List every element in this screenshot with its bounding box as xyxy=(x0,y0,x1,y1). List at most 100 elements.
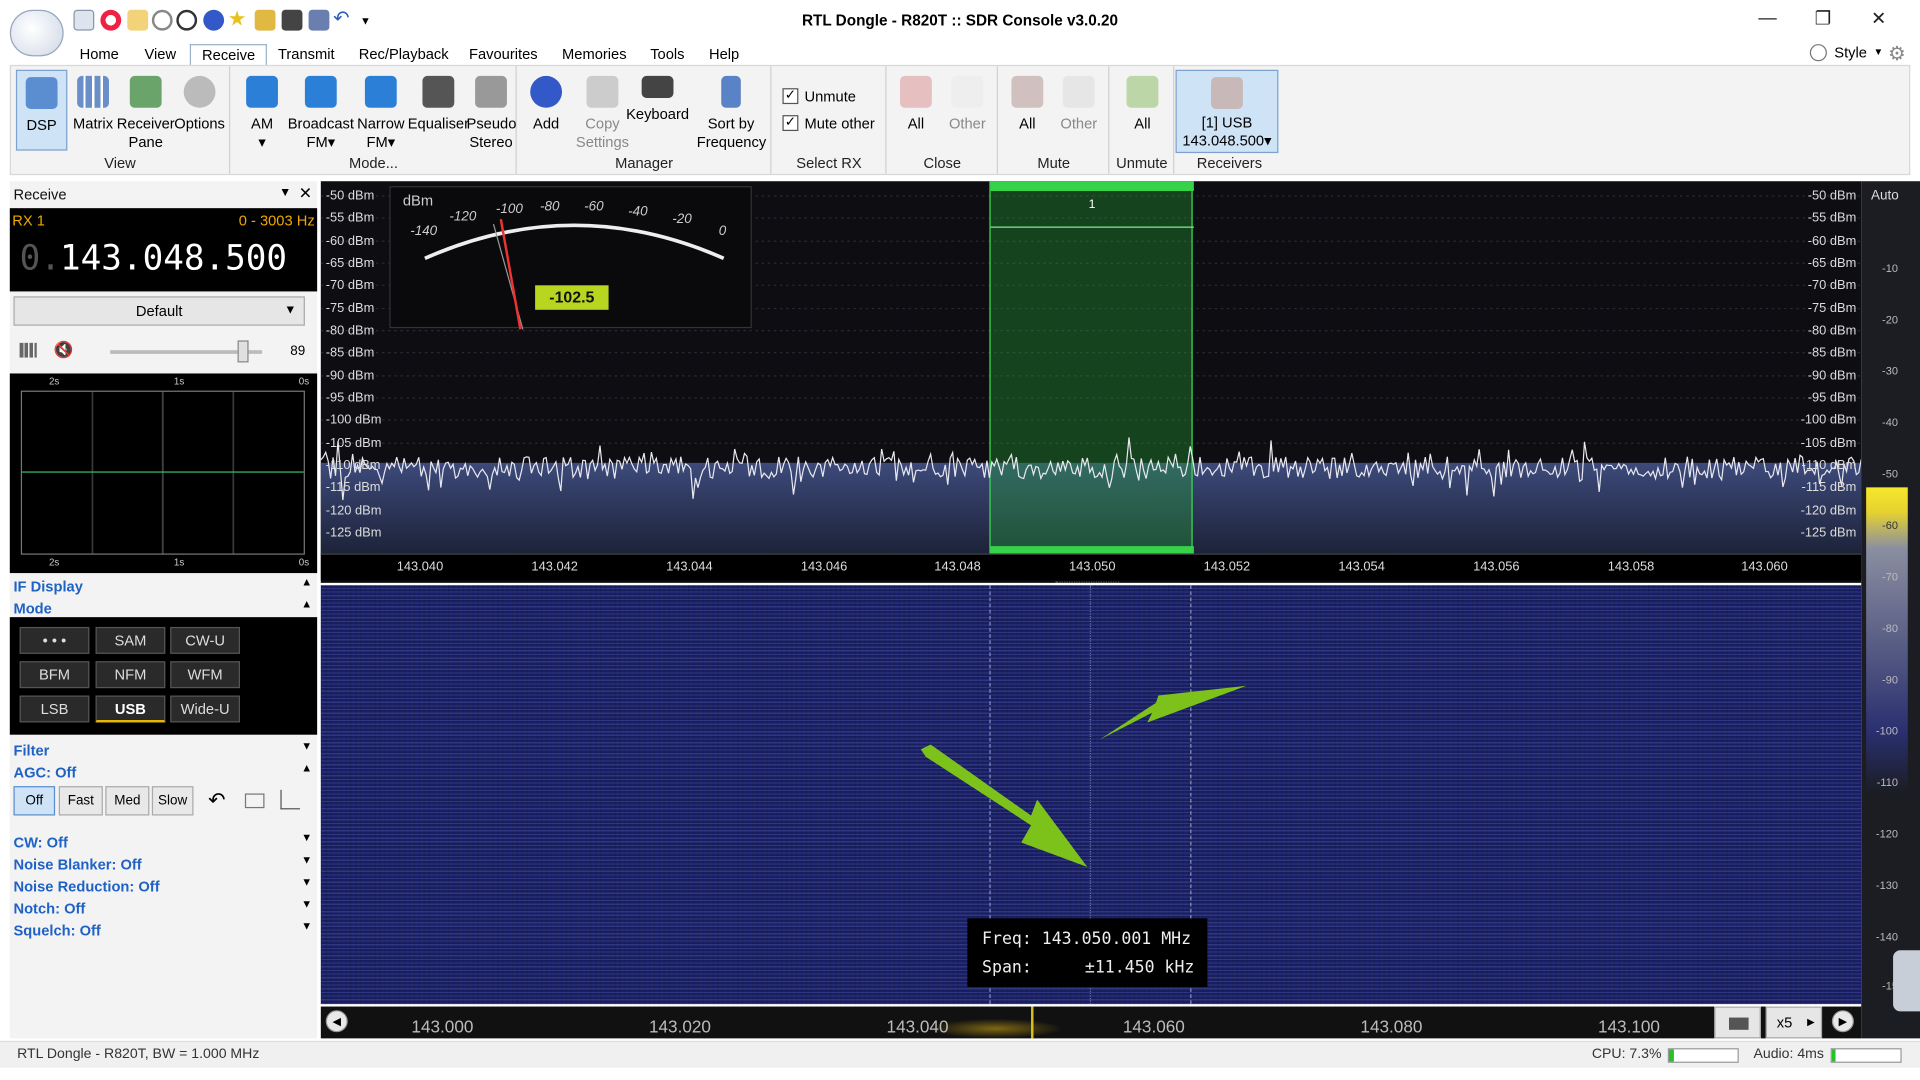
unmute-label: Unmute xyxy=(804,88,856,106)
waterfall-display[interactable]: Freq: 143.050.001 MHz Span: ±11.450 kHz xyxy=(320,585,1862,1005)
minimize-icon[interactable]: — xyxy=(1758,7,1776,28)
chevron-down-icon[interactable]: ▼ xyxy=(301,853,312,865)
pseudo-stereo-button[interactable]: Pseudo Stereo xyxy=(467,75,516,152)
signal-meter: dBm -140 -120 -100 -80 -60 -40 -20 0 -10… xyxy=(389,186,752,330)
style-menu[interactable]: Style xyxy=(1834,44,1867,61)
add-label: Add xyxy=(533,115,560,133)
receiver-pane-icon xyxy=(129,75,162,108)
chevron-up-icon[interactable]: ▲ xyxy=(301,576,312,588)
agc-table-icon[interactable] xyxy=(244,793,265,809)
scroll-right-icon[interactable]: ▶ xyxy=(1831,1010,1854,1033)
panel-close-icon[interactable]: ✕ xyxy=(299,184,312,204)
auto-button[interactable]: Auto xyxy=(1871,189,1899,204)
zoom-button[interactable]: x5 ▶ xyxy=(1765,1006,1823,1039)
mode-wide-u-button[interactable]: Wide-U xyxy=(170,695,241,723)
if-display-section[interactable]: IF Display xyxy=(13,578,82,595)
maximize-icon[interactable]: ❐ xyxy=(1815,7,1831,30)
mode-more-button[interactable]: • • • xyxy=(19,626,90,654)
close-all-button[interactable]: All xyxy=(893,75,940,134)
mode-bfm-button[interactable]: BFM xyxy=(19,661,90,689)
pane-label: Pane xyxy=(128,133,163,151)
receiver-pane-button[interactable]: Receiver Pane xyxy=(116,75,175,152)
copy-settings-button[interactable]: Copy Settings xyxy=(572,75,633,152)
style-dropdown-icon[interactable]: ▼ xyxy=(1873,47,1883,58)
noise-reduction-section[interactable]: Noise Reduction: Off xyxy=(13,878,159,895)
tab-favourites[interactable]: Favourites xyxy=(458,44,549,66)
receiver-selector[interactable]: [1] USB 143.048.500▾ xyxy=(1175,69,1279,154)
scroll-left-icon[interactable]: ◀ xyxy=(325,1010,348,1033)
noise-blanker-section[interactable]: Noise Blanker: Off xyxy=(13,856,141,873)
style-icon[interactable] xyxy=(1809,44,1827,62)
band-scale[interactable]: ◀ 143.000 143.020 143.040 143.060 143.08… xyxy=(320,1006,1862,1039)
filter-section[interactable]: Filter xyxy=(13,742,49,759)
mode-section[interactable]: Mode xyxy=(13,600,51,617)
mode-sam-button[interactable]: SAM xyxy=(95,626,166,654)
undo-icon[interactable]: ↶ xyxy=(208,789,225,813)
chevron-down-icon[interactable]: ▼ xyxy=(301,898,312,910)
mute-other-button[interactable]: Other xyxy=(1053,75,1104,134)
tab-rec-playback[interactable]: Rec/Playback xyxy=(348,44,460,66)
group-mute-label: Mute xyxy=(1037,154,1071,172)
chevron-up-icon[interactable]: ▲ xyxy=(301,598,312,610)
dsp-button[interactable]: DSP xyxy=(15,69,68,151)
mode-cw-u-button[interactable]: CW-U xyxy=(170,626,241,654)
vfo-frequency[interactable]: 143.048.500 xyxy=(60,238,287,278)
mute-other-checkbox[interactable]: ✓ xyxy=(782,115,799,132)
unmute-all-button[interactable]: All xyxy=(1116,75,1170,134)
music-note-icon xyxy=(364,75,397,108)
music-note-icon xyxy=(475,75,507,108)
tab-transmit[interactable]: Transmit xyxy=(267,44,346,66)
tab-memories[interactable]: Memories xyxy=(551,44,638,66)
equaliser-button[interactable]: Equaliser xyxy=(405,75,471,134)
sort-by-frequency-button[interactable]: Sort by Frequency xyxy=(697,75,766,152)
preset-select[interactable]: Default ▼ xyxy=(13,296,305,326)
tab-receive[interactable]: Receive xyxy=(189,44,268,67)
tab-view[interactable]: View xyxy=(133,44,187,66)
agc-fast-button[interactable]: Fast xyxy=(58,786,103,816)
receiver-line1: [1] USB xyxy=(1201,113,1253,132)
close-other-button[interactable]: Other xyxy=(942,75,993,134)
meter-icon[interactable] xyxy=(19,342,37,358)
close-icon xyxy=(951,75,984,108)
agc-slow-button[interactable]: Slow xyxy=(151,786,194,816)
matrix-button[interactable]: Matrix xyxy=(67,75,118,134)
volume-thumb[interactable] xyxy=(237,340,249,363)
splitter-handle[interactable] xyxy=(1055,581,1120,584)
mode-lsb-button[interactable]: LSB xyxy=(19,695,90,723)
tab-help[interactable]: Help xyxy=(698,44,750,66)
mode-wfm-button[interactable]: WFM xyxy=(170,661,241,689)
agc-section[interactable]: AGC: Off xyxy=(13,764,76,781)
narrow-fm-button[interactable]: Narrow FM▾ xyxy=(351,75,410,152)
spectrum-display[interactable]: 1 -50 dBm -55 dBm -60 dBm -65 dBm -70 dB… xyxy=(320,181,1862,583)
keyboard-button[interactable]: Keyboard xyxy=(626,75,690,124)
mute-all-button[interactable]: All xyxy=(1004,75,1051,134)
squelch-section[interactable]: Squelch: Off xyxy=(13,922,100,939)
panel-menu-icon[interactable]: ▼ xyxy=(279,186,291,199)
chevron-down-icon[interactable]: ▼ xyxy=(301,740,312,752)
close-icon[interactable]: ✕ xyxy=(1871,7,1886,30)
chevron-down-icon[interactable]: ▼ xyxy=(301,831,312,843)
waterfall-level-bar[interactable]: Auto -10 -20 -30 -40 -50 -60 -70 -80 -90… xyxy=(1861,181,1920,1039)
cw-section[interactable]: CW: Off xyxy=(13,834,67,851)
mode-usb-button[interactable]: USB xyxy=(95,695,166,723)
broadcast-fm-button[interactable]: Broadcast FM▾ xyxy=(288,75,354,152)
side-panel-tab-icon[interactable] xyxy=(1893,950,1920,1012)
db-label-right: -120 dBm xyxy=(1800,503,1857,518)
chevron-up-icon[interactable]: ▲ xyxy=(301,762,312,774)
tab-home[interactable]: Home xyxy=(69,44,130,66)
unmute-checkbox[interactable]: ✓ xyxy=(782,88,799,105)
options-button[interactable]: Options xyxy=(173,75,227,134)
settings-gear-icon[interactable]: ⚙ xyxy=(1888,42,1906,66)
chevron-down-icon[interactable]: ▼ xyxy=(301,876,312,888)
add-button[interactable]: Add xyxy=(523,75,570,134)
tab-tools[interactable]: Tools xyxy=(639,44,695,66)
mode-nfm-button[interactable]: NFM xyxy=(95,661,166,689)
am-button[interactable]: AM ▾ xyxy=(236,75,287,152)
agc-off-button[interactable]: Off xyxy=(13,786,56,816)
chevron-down-icon[interactable]: ▼ xyxy=(301,920,312,932)
agc-graph-icon[interactable] xyxy=(280,789,301,810)
agc-med-button[interactable]: Med xyxy=(105,786,150,816)
notch-section[interactable]: Notch: Off xyxy=(13,900,85,917)
speaker-muted-icon[interactable]: 🔇 xyxy=(54,340,74,360)
band-keyboard-button[interactable] xyxy=(1714,1006,1761,1039)
